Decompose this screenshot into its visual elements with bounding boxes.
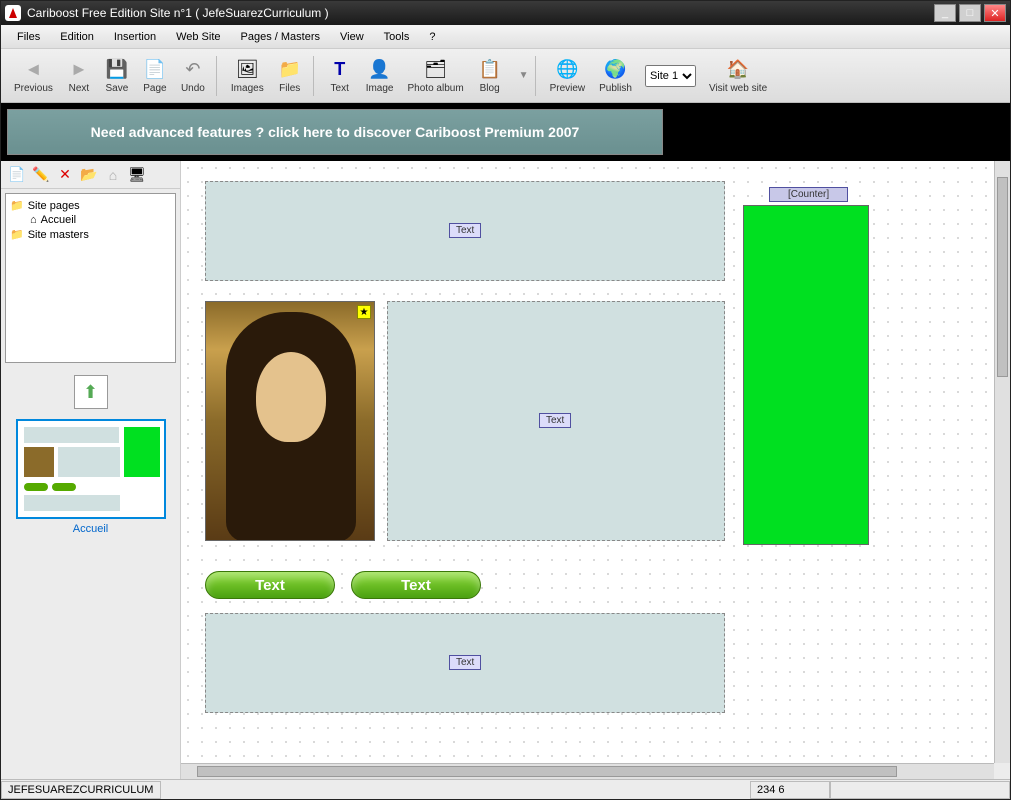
green-box[interactable] xyxy=(743,205,869,545)
image-button[interactable]: 👤Image xyxy=(359,52,401,100)
visitwebsite-button[interactable]: 🏠Visit web site xyxy=(702,52,774,100)
left-toolbar: 📄 ✏️ ✕ 📂 ⌂ 🖥 xyxy=(1,161,180,189)
folder-icon: 📁 xyxy=(10,199,24,212)
counter-chip[interactable]: [Counter] xyxy=(769,187,848,202)
home-icon: ⌂ xyxy=(30,214,37,226)
text-chip-1[interactable]: Text xyxy=(449,223,481,238)
text-button[interactable]: TText xyxy=(321,52,359,100)
site-select[interactable]: Site 1 xyxy=(645,65,696,87)
up-button[interactable]: ⬆ xyxy=(74,375,108,409)
text-icon: T xyxy=(328,57,352,81)
scrollbar-thumb[interactable] xyxy=(997,177,1008,377)
publish-icon: 🌍 xyxy=(604,57,628,81)
vertical-scrollbar[interactable] xyxy=(994,161,1010,763)
close-button[interactable]: ✕ xyxy=(984,4,1006,22)
image-icon: 👤 xyxy=(368,57,392,81)
tree-site-pages[interactable]: 📁Site pages xyxy=(10,198,171,213)
preview-button[interactable]: 🌐Preview xyxy=(543,52,593,100)
undo-button[interactable]: ↶Undo xyxy=(174,52,212,100)
separator xyxy=(535,56,539,96)
undo-icon: ↶ xyxy=(181,57,205,81)
page-button[interactable]: 📄Page xyxy=(136,52,174,100)
images-icon: 🖼 xyxy=(235,57,259,81)
previous-icon: ◄ xyxy=(21,57,45,81)
main-toolbar: ◄Previous ►Next 💾Save 📄Page ↶Undo 🖼Image… xyxy=(1,49,1010,103)
text-button-1[interactable]: Text xyxy=(205,571,335,599)
menu-files[interactable]: Files xyxy=(7,28,50,46)
page-tree: 📁Site pages ⌂Accueil 📁Site masters xyxy=(5,193,176,363)
thumbnail-label: Accueil xyxy=(73,523,108,535)
menubar: Files Edition Insertion Web Site Pages /… xyxy=(1,25,1010,49)
maximize-button[interactable]: □ xyxy=(959,4,981,22)
preview-icon: 🌐 xyxy=(555,57,579,81)
canvas-container: Text [Counter] ★ Text Text Text Text xyxy=(181,161,1010,779)
minimize-button[interactable]: _ xyxy=(934,4,956,22)
status-right xyxy=(830,781,1010,799)
blog-button[interactable]: 📋Blog xyxy=(471,52,509,100)
status-coords: 234 6 xyxy=(750,781,830,799)
window-title: Cariboost Free Edition Site n°1 ( JefeSu… xyxy=(27,6,934,20)
left-panel: 📄 ✏️ ✕ 📂 ⌂ 🖥 📁Site pages ⌂Accueil 📁Site … xyxy=(1,161,181,779)
photoalbum-icon: 🗂 xyxy=(424,57,448,81)
menu-insertion[interactable]: Insertion xyxy=(104,28,166,46)
statusbar: JEFESUAREZCURRICULUM 234 6 xyxy=(1,779,1010,799)
text-chip-2[interactable]: Text xyxy=(539,413,571,428)
blog-icon: 📋 xyxy=(478,57,502,81)
titlebar[interactable]: Cariboost Free Edition Site n°1 ( JefeSu… xyxy=(1,1,1010,25)
tree-site-masters[interactable]: 📁Site masters xyxy=(10,227,171,242)
home-icon: 🏠 xyxy=(726,57,750,81)
images-button[interactable]: 🖼Images xyxy=(224,52,271,100)
page-canvas[interactable]: Text [Counter] ★ Text Text Text Text xyxy=(181,161,994,763)
tree-accueil[interactable]: ⌂Accueil xyxy=(10,213,171,227)
text-button-2[interactable]: Text xyxy=(351,571,481,599)
delete-button[interactable]: ✕ xyxy=(55,165,75,185)
new-page-button[interactable]: 📄 xyxy=(7,165,27,185)
publish-button[interactable]: 🌍Publish xyxy=(592,52,639,100)
open-folder-button[interactable]: 📂 xyxy=(79,165,99,185)
canvas-scroll[interactable]: Text [Counter] ★ Text Text Text Text xyxy=(181,161,994,763)
menu-tools[interactable]: Tools xyxy=(374,28,420,46)
next-button[interactable]: ►Next xyxy=(60,52,98,100)
menu-edition[interactable]: Edition xyxy=(50,28,104,46)
dropdown-icon[interactable]: ▼ xyxy=(519,70,529,81)
next-icon: ► xyxy=(67,57,91,81)
status-left: JEFESUAREZCURRICULUM xyxy=(1,781,161,799)
text-chip-3[interactable]: Text xyxy=(449,655,481,670)
thumbnail-area: ⬆ Accueil xyxy=(1,367,180,779)
previous-button[interactable]: ◄Previous xyxy=(7,52,60,100)
premium-banner[interactable]: Need advanced features ? click here to d… xyxy=(7,109,663,155)
star-icon: ★ xyxy=(357,305,371,319)
page-thumbnail[interactable] xyxy=(16,419,166,519)
menu-view[interactable]: View xyxy=(330,28,374,46)
image-block[interactable]: ★ xyxy=(205,301,375,541)
folder-icon: 📁 xyxy=(10,228,24,241)
home-page-button[interactable]: ⌂ xyxy=(103,165,123,185)
scrollbar-thumb[interactable] xyxy=(197,766,897,777)
separator xyxy=(216,56,220,96)
edit-button[interactable]: ✏️ xyxy=(31,165,51,185)
horizontal-scrollbar[interactable] xyxy=(181,763,994,779)
files-button[interactable]: 📁Files xyxy=(271,52,309,100)
menu-help[interactable]: ? xyxy=(419,28,445,46)
app-window: Cariboost Free Edition Site n°1 ( JefeSu… xyxy=(0,0,1011,800)
menu-pages[interactable]: Pages / Masters xyxy=(231,28,330,46)
menu-website[interactable]: Web Site xyxy=(166,28,230,46)
app-icon xyxy=(5,5,21,21)
files-icon: 📁 xyxy=(278,57,302,81)
screen-button[interactable]: 🖥 xyxy=(127,165,147,185)
save-icon: 💾 xyxy=(105,57,129,81)
page-icon: 📄 xyxy=(143,57,167,81)
save-button[interactable]: 💾Save xyxy=(98,52,136,100)
separator xyxy=(313,56,317,96)
photoalbum-button[interactable]: 🗂Photo album xyxy=(401,52,471,100)
content-area: 📄 ✏️ ✕ 📂 ⌂ 🖥 📁Site pages ⌂Accueil 📁Site … xyxy=(1,161,1010,779)
